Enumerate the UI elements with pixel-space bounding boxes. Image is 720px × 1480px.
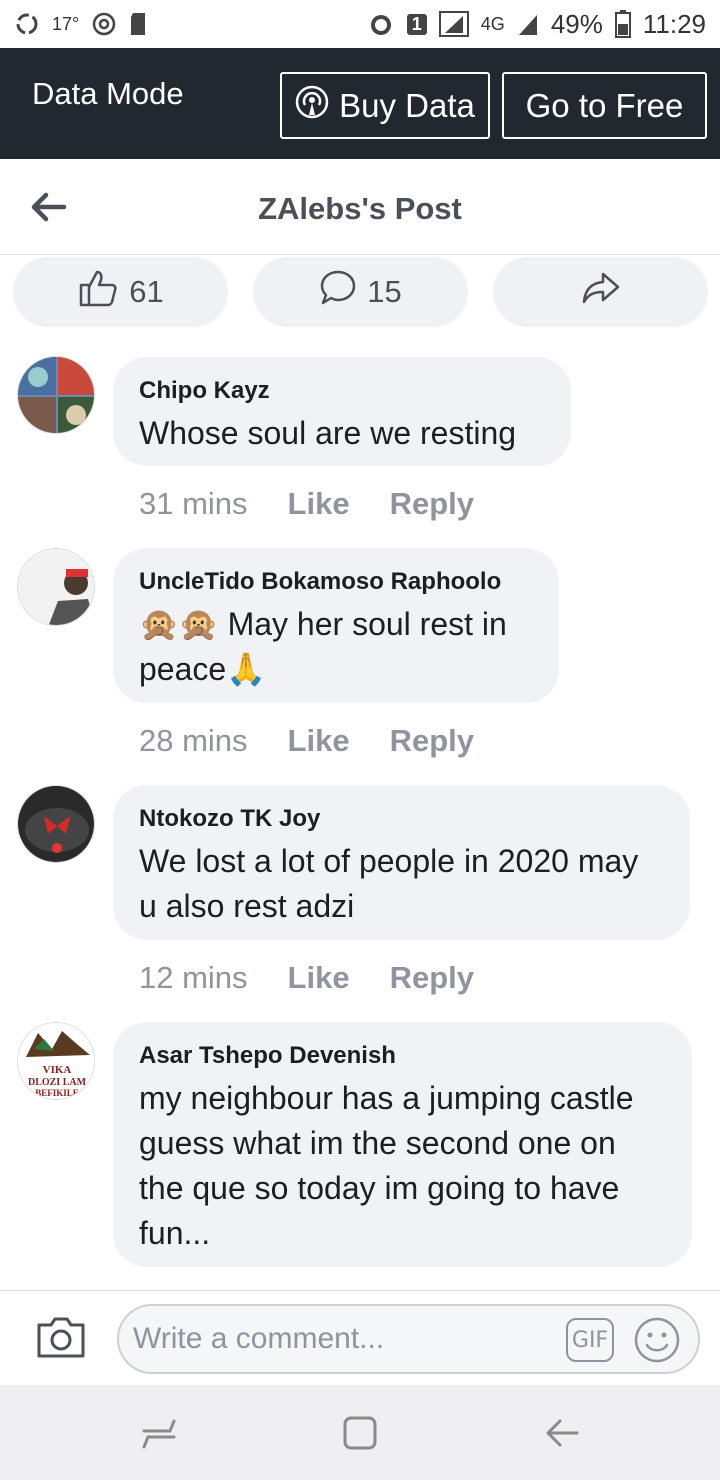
comment-text: May her soul rest in [227,606,507,642]
signal-icon [438,11,469,37]
battery-percent: 49% [550,8,603,39]
thumbs-up-icon [77,268,119,316]
like-count: 61 [129,274,164,309]
emoji-icon[interactable] [633,1316,681,1369]
go-to-free-label: Go to Free [525,86,684,124]
avatar-text: BEFIKILE [35,1088,79,1098]
data-mode-bar: Data Mode Buy Data Go to Free [0,48,720,159]
comment-author[interactable]: Chipo Kayz [139,375,545,407]
comment-count-button[interactable]: 15 [253,257,468,327]
share-icon [581,270,621,314]
comment-text: the que so today im going to have [139,1170,620,1206]
post-header: ZAlebs's Post [0,159,720,255]
comment-text: guess what im the second one on [139,1125,616,1161]
battery-icon [614,10,631,38]
avatar[interactable] [17,785,95,863]
buy-data-label: Buy Data [339,86,475,124]
system-nav-bar [0,1385,720,1480]
comment-text: Whose soul are we resting [139,415,517,451]
comment-text: my neighbour has a jumping castle [139,1080,634,1116]
comment-author[interactable]: Ntokozo TK Joy [139,803,664,835]
comment-time: 12 mins [139,960,248,995]
avatar[interactable]: VIKA DLOZI LAM BEFIKILE [17,1022,95,1100]
network-type: 4G [480,13,505,34]
comment-author[interactable]: UncleTido Bokamoso Raphoolo [139,566,533,598]
signal-bars-icon [517,11,539,37]
comment-text: fun... [139,1215,211,1251]
comment-actions: 28 mins Like Reply [139,723,474,759]
data-saver-icon [91,11,117,37]
comment-bubble[interactable]: Chipo Kayz Whose soul are we resting [113,357,571,466]
like-link[interactable]: Like [288,960,350,996]
comment-time: 31 mins [139,486,248,521]
share-button[interactable] [493,257,708,327]
data-mode-title: Data Mode [32,76,184,111]
comment-composer: Write a comment... GIF [0,1290,720,1385]
go-to-free-button[interactable]: Go to Free [502,72,707,139]
temperature: 17° [52,13,80,34]
gif-icon[interactable]: GIF [566,1318,614,1362]
comment-bubble[interactable]: Asar Tshepo Devenish my neighbour has a … [113,1022,692,1267]
avatar[interactable] [17,356,95,434]
comment-placeholder: Write a comment... [133,1322,385,1355]
comment-icon [319,269,357,315]
sd-card-icon [129,11,149,37]
comment-text: We lost a lot of people in 2020 may [139,843,639,879]
reply-link[interactable]: Reply [390,486,474,522]
reply-link[interactable]: Reply [390,723,474,759]
monkey-emoji: 🙊🙊 [139,606,219,642]
like-count-button[interactable]: 61 [13,257,228,327]
comment-actions: 12 mins Like Reply [139,960,474,996]
status-bar: 17° 1 4G 49% 11:29 [0,0,720,48]
back-icon[interactable] [544,1415,580,1456]
buy-data-button[interactable]: Buy Data [280,72,490,139]
sim-icon: 1 [406,13,427,35]
avatar-text: VIKA [43,1064,72,1076]
reply-link[interactable]: Reply [390,960,474,996]
like-link[interactable]: Like [288,723,350,759]
comment-time: 28 mins [139,723,248,758]
comment-text-line: 🙊🙊 May her soul rest in [139,602,533,647]
broadcast-icon [295,85,329,127]
comment-bubble[interactable]: Ntokozo TK Joy We lost a lot of people i… [113,785,690,940]
clock: 11:29 [642,8,706,39]
like-link[interactable]: Like [288,486,350,522]
comment-count: 15 [367,274,402,309]
comment-author[interactable]: Asar Tshepo Devenish [139,1040,666,1072]
alarm-icon [367,10,395,38]
comment-bubble[interactable]: UncleTido Bokamoso Raphoolo 🙊🙊 May her s… [113,548,559,703]
home-icon[interactable] [342,1415,378,1456]
camera-icon[interactable] [36,1315,86,1364]
page-title: ZAlebs's Post [258,191,462,226]
comment-actions: 31 mins Like Reply [139,486,474,522]
comment-text: peace🙏 [139,651,267,687]
avatar[interactable] [17,548,95,626]
recent-apps-icon[interactable] [140,1415,178,1456]
comment-text: u also rest adzi [139,888,355,924]
comment-input[interactable]: Write a comment... GIF [117,1304,700,1374]
post-page: 17° 1 4G 49% 11:29 Data Mode Buy Data Go… [0,0,720,1480]
sync-icon [14,11,40,37]
avatar-text: DLOZI LAM [28,1077,87,1088]
